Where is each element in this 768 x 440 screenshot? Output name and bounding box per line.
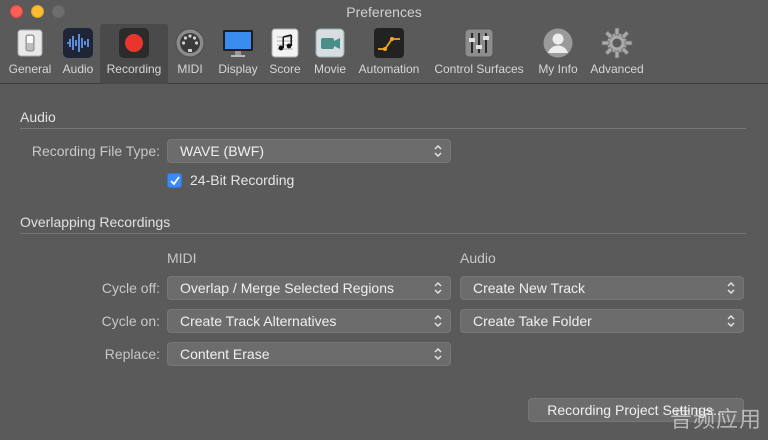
audio-section-title: Audio	[20, 109, 56, 125]
cycle-on-midi-select[interactable]: Create Track Alternatives	[167, 309, 451, 333]
tab-label: Score	[269, 62, 301, 76]
general-switch-icon	[14, 27, 46, 59]
tab-midi[interactable]: MIDI	[172, 24, 208, 84]
preferences-toolbar: General Audio Recording MIDI Display Sco…	[0, 24, 768, 84]
tab-label: Audio	[62, 62, 94, 76]
midi-column-header: MIDI	[167, 250, 197, 266]
score-notes-icon	[269, 27, 301, 59]
select-value: Overlap / Merge Selected Regions	[180, 280, 394, 296]
section-divider	[20, 233, 746, 234]
tab-audio[interactable]: Audio	[58, 24, 98, 84]
select-value: Create Track Alternatives	[180, 313, 337, 329]
tab-automation[interactable]: Automation	[354, 24, 424, 84]
stepper-chevrons-icon	[434, 315, 442, 327]
tab-advanced[interactable]: Advanced	[586, 24, 648, 84]
select-value: WAVE (BWF)	[180, 143, 264, 159]
audio-column-header: Audio	[460, 250, 496, 266]
stepper-chevrons-icon	[727, 315, 735, 327]
select-value: Content Erase	[180, 346, 270, 362]
tab-label: Recording	[106, 62, 162, 76]
recording-file-type-label: Recording File Type:	[31, 143, 160, 159]
tab-label: Advanced	[590, 62, 644, 76]
display-monitor-icon	[222, 27, 254, 59]
tab-label: Movie	[313, 62, 346, 76]
stepper-chevrons-icon	[434, 348, 442, 360]
select-value: Create Take Folder	[473, 313, 592, 329]
select-value: Create New Track	[473, 280, 586, 296]
stepper-chevrons-icon	[434, 282, 442, 294]
replace-label: Replace:	[104, 346, 160, 362]
record-dot-icon	[118, 27, 150, 59]
24-bit-recording-label: 24-Bit Recording	[190, 172, 295, 188]
tab-movie[interactable]: Movie	[310, 24, 350, 84]
watermark-text: 音频应用	[669, 408, 762, 433]
stepper-chevrons-icon	[727, 282, 735, 294]
overlap-section-title: Overlapping Recordings	[20, 214, 171, 230]
tab-label: Automation	[358, 62, 420, 76]
control-faders-icon	[463, 27, 495, 59]
tab-recording[interactable]: Recording	[100, 24, 168, 84]
tab-label: Display	[218, 62, 258, 76]
preferences-window: Preferences General Audio Recording MIDI	[0, 0, 768, 440]
tab-general[interactable]: General	[4, 24, 56, 84]
24-bit-recording-checkbox[interactable]	[167, 173, 182, 188]
title-bar: Preferences	[0, 0, 768, 24]
user-avatar-icon	[542, 27, 574, 59]
movie-camera-icon	[314, 27, 346, 59]
tab-label: Control Surfaces	[434, 62, 524, 76]
gear-icon	[601, 27, 633, 59]
tab-score[interactable]: Score	[266, 24, 304, 84]
tab-label: General	[8, 62, 52, 76]
cycle-off-midi-select[interactable]: Overlap / Merge Selected Regions	[167, 276, 451, 300]
tab-label: My Info	[538, 62, 578, 76]
automation-curve-icon	[373, 27, 405, 59]
recording-file-type-select[interactable]: WAVE (BWF)	[167, 139, 451, 163]
cycle-on-label: Cycle on:	[101, 313, 160, 329]
midi-connector-icon	[174, 27, 206, 59]
section-divider	[20, 128, 746, 129]
cycle-on-audio-select[interactable]: Create Take Folder	[460, 309, 744, 333]
tab-label: MIDI	[177, 62, 203, 76]
cycle-off-label: Cycle off:	[101, 280, 160, 296]
replace-midi-select[interactable]: Content Erase	[167, 342, 451, 366]
cycle-off-audio-select[interactable]: Create New Track	[460, 276, 744, 300]
recording-pane: Audio Recording File Type: WAVE (BWF) 24…	[0, 85, 768, 440]
tab-control-surfaces[interactable]: Control Surfaces	[428, 24, 530, 84]
tab-display[interactable]: Display	[214, 24, 262, 84]
tab-my-info[interactable]: My Info	[534, 24, 582, 84]
checkmark-icon	[170, 176, 180, 186]
window-title: Preferences	[346, 4, 422, 20]
stepper-chevrons-icon	[434, 145, 442, 157]
audio-waveform-icon	[62, 27, 94, 59]
